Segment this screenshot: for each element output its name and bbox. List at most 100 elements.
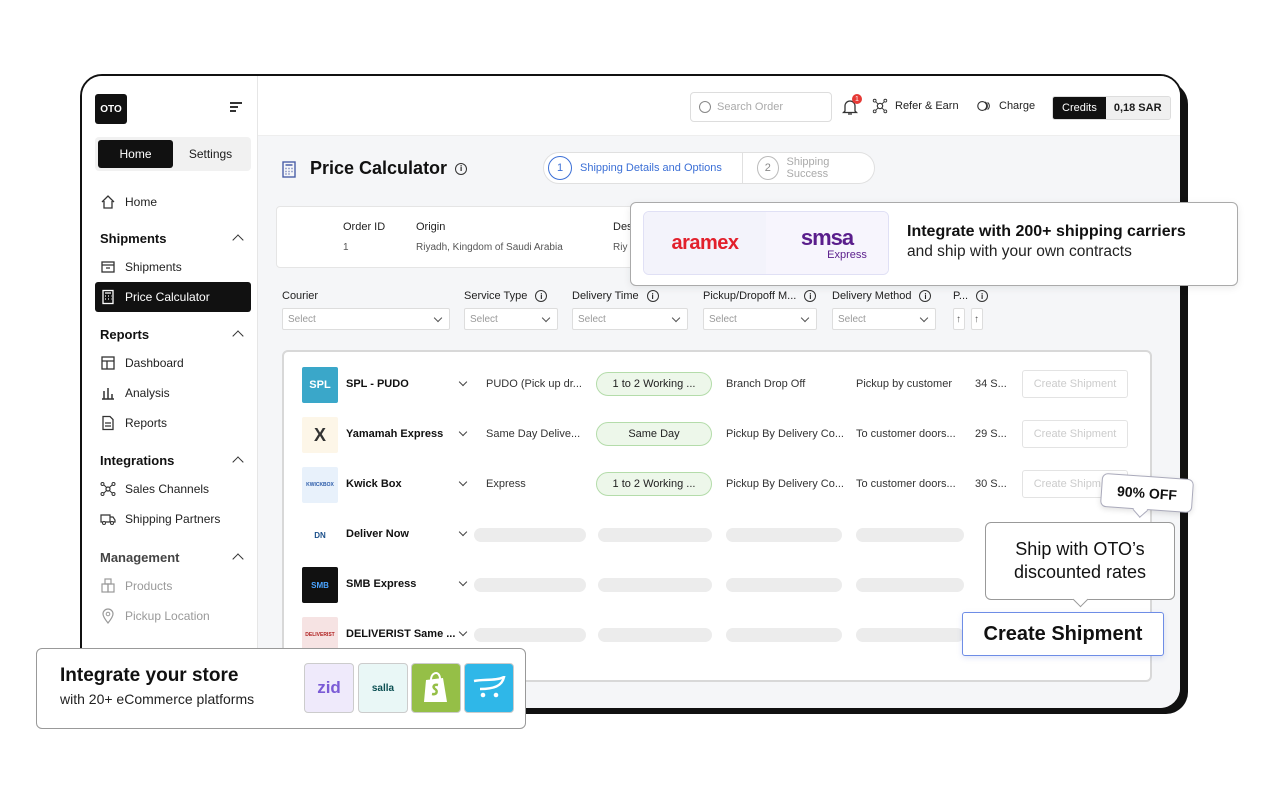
filter-label: P... i: [953, 290, 989, 302]
carriers-promo-title: Integrate with 200+ shipping carriers: [907, 223, 1186, 240]
sidebar-item-reports[interactable]: Reports: [95, 408, 251, 438]
info-icon[interactable]: i: [646, 290, 659, 302]
chevron-down-icon[interactable]: [458, 377, 468, 387]
section-management[interactable]: Management: [100, 550, 246, 565]
dashboard-icon: [100, 355, 116, 371]
order-id-field: Order ID 1: [343, 221, 385, 253]
courier-logo: SMB: [302, 567, 338, 603]
info-icon[interactable]: i: [804, 290, 817, 302]
courier-logo: KWICKBOX: [302, 467, 338, 503]
filter-courier: Courier Select: [282, 290, 450, 330]
delivery-method: To customer doors...: [856, 478, 956, 490]
pickup-method: Branch Drop Off: [726, 378, 806, 390]
sidebar-item-products[interactable]: Products: [95, 571, 251, 601]
sidebar-item-shipping-partners[interactable]: Shipping Partners: [95, 504, 251, 534]
menu-toggle-icon[interactable]: [230, 102, 242, 112]
credits-label: Credits: [1053, 97, 1106, 119]
step-shipping-details[interactable]: 1 Shipping Details and Options: [543, 152, 743, 184]
credits-display[interactable]: Credits 0,18 SAR: [1052, 96, 1171, 120]
filter-label: Delivery Time i: [572, 290, 688, 302]
chevron-down-icon[interactable]: [458, 527, 468, 537]
section-shipments[interactable]: Shipments: [100, 231, 246, 246]
salla-logo: salla: [358, 663, 408, 713]
sidebar-item-sales-channels[interactable]: Sales Channels: [95, 474, 251, 504]
filter-price: P... i ↑ ↑: [953, 290, 989, 330]
section-title: Shipments: [100, 231, 167, 246]
step-label: Shipping Success: [786, 156, 830, 180]
courier-select[interactable]: Select: [282, 308, 450, 330]
chevron-down-icon[interactable]: [458, 577, 468, 587]
loading-skeleton: [474, 528, 586, 542]
sidebar: OTO Home Settings Home Shipments Shipmen…: [82, 76, 258, 708]
courier-name: Kwick Box: [346, 478, 402, 490]
info-icon[interactable]: i: [919, 290, 932, 302]
chevron-up-icon: [232, 553, 244, 565]
delivery-time-select[interactable]: Select: [572, 308, 688, 330]
create-shipment-button[interactable]: Create Shipment: [1022, 370, 1128, 398]
filter-label-text: Delivery Method: [832, 290, 912, 302]
table-row[interactable]: SPL SPL - PUDO PUDO (Pick up dr... 1 to …: [284, 360, 1150, 410]
pickup-dropoff-select[interactable]: Select: [703, 308, 817, 330]
delivery-method: Pickup by customer: [856, 378, 952, 390]
tab-home[interactable]: Home: [98, 140, 173, 168]
service-type-select[interactable]: Select: [464, 308, 558, 330]
origin-value: Riyadh, Kingdom of Saudi Arabia: [416, 242, 563, 253]
chevron-up-icon: [232, 456, 244, 468]
tab-settings[interactable]: Settings: [173, 140, 248, 168]
info-icon[interactable]: i: [535, 290, 548, 302]
network-icon: [100, 481, 116, 497]
courier-logo: DN: [302, 517, 338, 553]
create-shipment-button[interactable]: Create Shipment: [1022, 420, 1128, 448]
step-shipping-success[interactable]: 2 Shipping Success: [743, 152, 875, 184]
notification-bell-icon[interactable]: 1: [841, 94, 862, 116]
chevron-down-icon[interactable]: [458, 427, 468, 437]
loading-skeleton: [474, 628, 586, 642]
sidebar-item-label: Products: [125, 579, 173, 593]
loading-skeleton: [856, 528, 964, 542]
document-icon: [100, 415, 116, 431]
discount-tooltip: Ship with OTO’s discounted rates: [985, 522, 1175, 600]
sort-desc-button[interactable]: ↑: [971, 308, 983, 330]
sidebar-item-price-calculator[interactable]: Price Calculator: [95, 282, 251, 312]
sidebar-item-shipments[interactable]: Shipments: [95, 252, 251, 282]
sidebar-item-analysis[interactable]: Analysis: [95, 378, 251, 408]
delivery-method-select[interactable]: Select: [832, 308, 936, 330]
calculator-icon: [100, 289, 116, 305]
sidebar-item-pickup-location[interactable]: Pickup Location: [95, 601, 251, 631]
notification-badge: 1: [852, 94, 862, 104]
search-placeholder: Search Order: [717, 101, 784, 113]
store-promo-subtitle: with 20+ eCommerce platforms: [60, 691, 255, 707]
filter-label: Service Type i: [464, 290, 558, 302]
sidebar-item-label: Reports: [125, 416, 168, 430]
charge-link[interactable]: Charge: [976, 98, 1035, 114]
delivery-time-badge: 1 to 2 Working ...: [596, 372, 712, 396]
top-bar: Search Order 1 Refer & Earn Charge Credi…: [258, 76, 1180, 136]
chevron-up-icon: [232, 330, 244, 342]
sidebar-item-label: Home: [125, 195, 158, 209]
sidebar-item-label: Analysis: [125, 386, 170, 400]
sidebar-item-home[interactable]: Home: [95, 187, 251, 217]
section-integrations[interactable]: Integrations: [100, 453, 246, 468]
loading-skeleton: [856, 578, 964, 592]
loading-skeleton: [598, 578, 712, 592]
info-icon[interactable]: i: [976, 290, 989, 302]
sidebar-item-label: Sales Channels: [125, 482, 210, 496]
sort-asc-button[interactable]: ↑: [953, 308, 965, 330]
chevron-down-icon[interactable]: [458, 627, 468, 637]
oto-logo[interactable]: OTO: [95, 94, 127, 124]
section-title: Integrations: [100, 453, 175, 468]
info-icon[interactable]: i: [455, 162, 468, 175]
search-input[interactable]: Search Order: [690, 92, 832, 122]
sidebar-item-label: Shipping Partners: [125, 512, 221, 526]
table-row[interactable]: KWICKBOX Kwick Box Express 1 to 2 Workin…: [284, 460, 1150, 510]
loading-skeleton: [726, 528, 842, 542]
refer-earn-link[interactable]: Refer & Earn: [872, 98, 959, 114]
service-type: PUDO (Pick up dr...: [486, 378, 582, 390]
create-shipment-cta-button[interactable]: Create Shipment: [962, 612, 1164, 656]
sidebar-tabs: Home Settings: [95, 137, 251, 171]
sidebar-item-dashboard[interactable]: Dashboard: [95, 348, 251, 378]
service-type: Express: [486, 478, 526, 490]
section-reports[interactable]: Reports: [100, 327, 246, 342]
table-row[interactable]: X Yamamah Express Same Day Delive... Sam…: [284, 410, 1150, 460]
chevron-down-icon[interactable]: [458, 477, 468, 487]
